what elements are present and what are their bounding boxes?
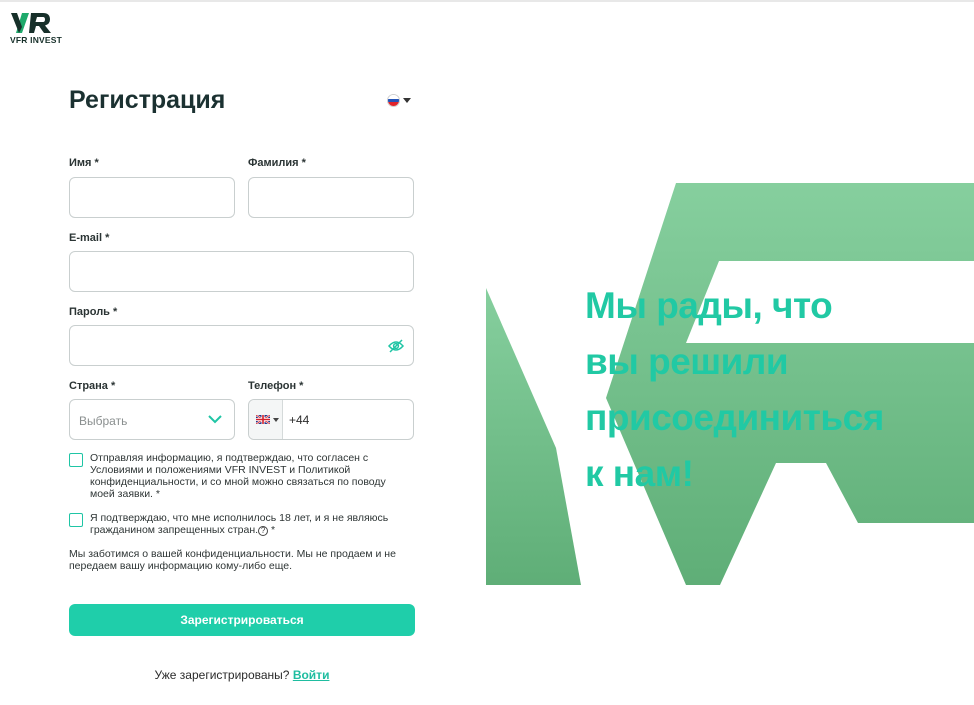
first-name-field[interactable] (69, 177, 235, 218)
login-row: Уже зарегистрированы? Войти (0, 668, 484, 682)
hero-line: вы решили (585, 341, 789, 382)
last-name-label: Фамилия * (248, 157, 306, 169)
phone-label: Телефон * (248, 380, 304, 392)
register-button[interactable]: Зарегистрироваться (69, 604, 415, 636)
already-registered-text: Уже зарегистрированы? (154, 668, 290, 682)
first-name-label: Имя * (69, 157, 99, 169)
age-confirmation: Я подтверждаю, что мне исполнилось 18 ле… (90, 512, 390, 536)
age-required-mark: * (268, 524, 276, 536)
caret-down-icon (273, 418, 279, 422)
hero-line: присоединиться (585, 397, 884, 438)
age-checkbox[interactable] (69, 513, 83, 527)
email-label: E-mail * (69, 232, 110, 244)
consent-text: Отправляя информацию, я подтверждаю, что… (90, 452, 386, 500)
eye-hidden-icon[interactable] (388, 339, 404, 353)
country-label: Страна * (69, 380, 116, 392)
age-text: Я подтверждаю, что мне исполнилось 18 ле… (90, 512, 389, 536)
page-title: Регистрация (69, 86, 226, 114)
phone-country-picker[interactable] (249, 400, 283, 439)
last-name-field[interactable] (248, 177, 414, 218)
password-field[interactable] (69, 325, 414, 366)
password-input[interactable] (70, 326, 413, 365)
phone-field[interactable]: +44 (248, 399, 414, 440)
language-selector[interactable] (387, 93, 413, 109)
last-name-input[interactable] (249, 178, 413, 217)
top-border (0, 0, 974, 2)
password-label: Пароль * (69, 306, 118, 318)
brand-name: VFR INVEST (10, 35, 63, 45)
help-icon[interactable]: ? (258, 526, 269, 536)
russia-flag-icon (387, 94, 400, 107)
privacy-note: Мы заботимся о вашей конфиденциальности.… (69, 548, 396, 572)
phone-code[interactable]: +44 (289, 413, 309, 427)
login-link[interactable]: Войти (293, 668, 330, 682)
first-name-input[interactable] (70, 178, 234, 217)
chevron-down-icon (208, 415, 222, 424)
country-placeholder: Выбрать (79, 414, 128, 428)
email-input[interactable] (70, 252, 413, 291)
hero-heading: Мы рады, что вы решили присоединиться к … (585, 278, 965, 502)
consent-checkbox[interactable] (69, 453, 83, 467)
brand-logo[interactable]: VFR INVEST (10, 12, 70, 46)
logo-mark-icon (11, 13, 51, 33)
uk-flag-icon (256, 415, 270, 424)
email-field[interactable] (69, 251, 414, 292)
hero-line: к нам! (585, 453, 694, 494)
caret-down-icon (403, 98, 411, 103)
hero-line: Мы рады, что (585, 285, 833, 326)
country-select[interactable]: Выбрать (69, 399, 235, 440)
